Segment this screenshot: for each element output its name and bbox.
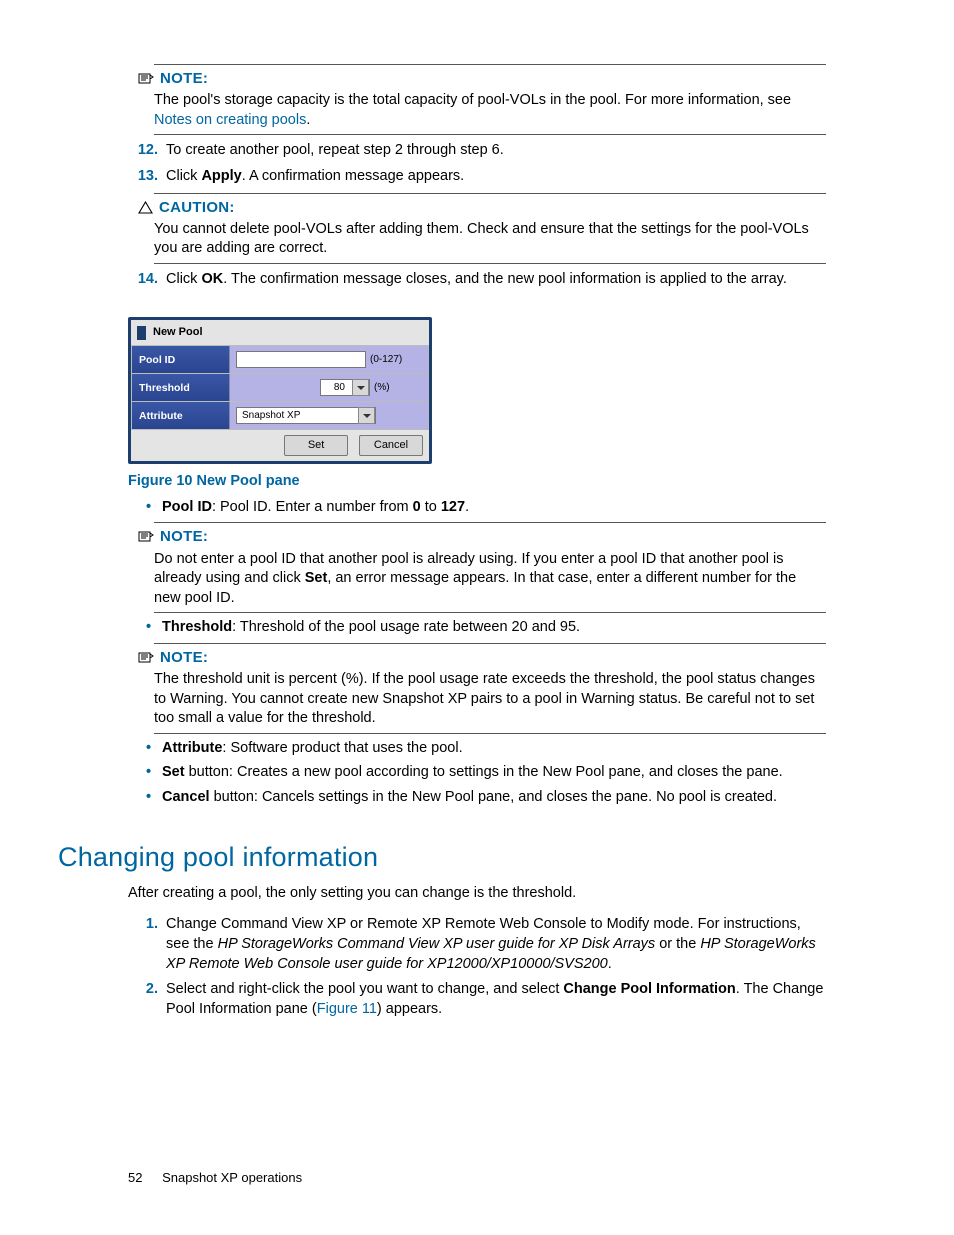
note-label: NOTE: [160, 648, 208, 668]
caution-icon [138, 201, 153, 214]
bullet-cancel: • Cancel button: Cancels settings in the… [146, 788, 826, 808]
caution-label: CAUTION: [159, 198, 235, 218]
threshold-select[interactable]: 80 [320, 379, 370, 396]
link-figure-11[interactable]: Figure 11 [317, 1001, 377, 1017]
set-button[interactable]: Set [284, 435, 348, 456]
bullet-set: • Set button: Creates a new pool accordi… [146, 763, 826, 783]
bullet-threshold: • Threshold: Threshold of the pool usage… [146, 618, 826, 638]
step-13: 13. Click Apply. A confirmation message … [128, 167, 826, 187]
bullet-poolid: • Pool ID: Pool ID. Enter a number from … [146, 498, 826, 518]
step-14: 14. Click OK. The confirmation message c… [128, 270, 826, 290]
step-b1: 1. Change Command View XP or Remote XP R… [128, 915, 826, 974]
chevron-down-icon[interactable] [358, 407, 375, 424]
pane-header: New Pool [131, 320, 429, 346]
link-creating-pools[interactable]: Notes on creating pools [154, 112, 306, 128]
threshold-unit: (%) [374, 381, 390, 395]
note-heading: NOTE: [138, 527, 826, 547]
note-label: NOTE: [160, 69, 208, 89]
note-heading: NOTE: [138, 69, 826, 89]
note-body: The pool's storage capacity is the total… [154, 91, 826, 130]
attribute-select[interactable]: Snapshot XP [236, 407, 376, 424]
section-intro: After creating a pool, the only setting … [128, 884, 826, 904]
section-heading: Changing pool information [58, 839, 826, 875]
note-icon [138, 530, 154, 544]
threshold-label: Threshold [132, 374, 230, 401]
caution-heading: CAUTION: [138, 198, 826, 218]
chapter-title: Snapshot XP operations [162, 1170, 302, 1185]
note-heading: NOTE: [138, 648, 826, 668]
step-12: 12. To create another pool, repeat step … [128, 141, 826, 161]
step-b2: 2. Select and right-click the pool you w… [128, 980, 826, 1019]
note-label: NOTE: [160, 527, 208, 547]
note-icon [138, 72, 154, 86]
cancel-button[interactable]: Cancel [359, 435, 423, 456]
bullet-attribute: • Attribute: Software product that uses … [146, 739, 826, 759]
poolid-label: Pool ID [132, 346, 230, 373]
page-number: 52 [128, 1170, 142, 1185]
poolid-input[interactable] [236, 351, 366, 368]
pane-title: New Pool [153, 325, 203, 340]
figure-caption: Figure 10 New Pool pane [128, 472, 826, 492]
attribute-label: Attribute [132, 402, 230, 429]
caution-body: You cannot delete pool-VOLs after adding… [154, 220, 826, 259]
note-icon [138, 651, 154, 665]
note-body: Do not enter a pool ID that another pool… [154, 550, 826, 609]
pane-header-marker [137, 326, 146, 340]
page-footer: 52 Snapshot XP operations [128, 1169, 302, 1187]
note-body: The threshold unit is percent (%). If th… [154, 670, 826, 729]
poolid-hint: (0-127) [370, 353, 402, 367]
chevron-down-icon[interactable] [352, 379, 369, 396]
new-pool-pane: New Pool Pool ID (0-127) Threshold 80 (%… [128, 317, 432, 464]
